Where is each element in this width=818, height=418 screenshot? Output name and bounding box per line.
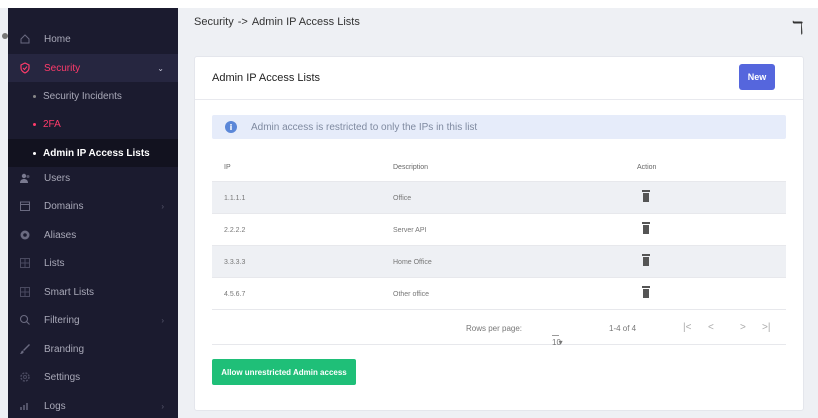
sidebar: Home Security ⌄ Security Incidents 2FA A…	[8, 8, 178, 418]
trash-icon[interactable]	[641, 222, 653, 236]
info-icon: i	[225, 121, 237, 133]
allow-unrestricted-access-button[interactable]: Allow unrestricted Admin access	[212, 359, 356, 385]
gear-icon	[19, 371, 31, 383]
calendar-icon	[19, 200, 31, 212]
description-cell: Server API	[393, 227, 427, 234]
description-cell: Office	[393, 195, 412, 202]
breadcrumb-parent[interactable]: Security	[194, 16, 234, 28]
breadcrumb: Security -> Admin IP Access Lists	[194, 16, 360, 28]
sidebar-item-filtering[interactable]: Filtering ›	[8, 306, 178, 334]
dropdown-arrow-icon: ▾	[558, 338, 563, 347]
aliases-icon	[19, 229, 31, 241]
smart-lists-icon	[19, 286, 31, 298]
rows-per-page-label: Rows per page:	[466, 324, 523, 333]
trash-icon[interactable]	[641, 190, 653, 204]
shield-icon	[19, 62, 31, 74]
breadcrumb-current: Admin IP Access Lists	[251, 16, 360, 28]
sidebar-item-domains[interactable]: Domains ›	[8, 192, 178, 220]
chevron-right-icon: ›	[161, 201, 164, 211]
chevron-down-icon: ⌄	[157, 63, 164, 73]
sidebar-item-smart-lists[interactable]: Smart Lists	[8, 278, 178, 306]
users-icon	[19, 172, 31, 184]
sidebar-item-label: Aliases	[44, 229, 77, 241]
column-header-action: Action	[637, 164, 657, 171]
sidebar-item-label: Branding	[44, 343, 85, 355]
new-button[interactable]: New	[739, 64, 775, 90]
sidebar-subitem-2fa[interactable]: 2FA	[8, 110, 178, 138]
sidebar-subitem-security-incidents[interactable]: Security Incidents	[8, 82, 178, 110]
bullet-icon	[33, 151, 36, 155]
sidebar-item-label: 2FA	[43, 118, 61, 130]
table-row: 2.2.2.2 Server API	[212, 213, 786, 245]
sidebar-item-aliases[interactable]: Aliases	[8, 221, 178, 249]
sidebar-item-label: Settings	[44, 371, 81, 383]
alert-message: Admin access is restricted to only the I…	[251, 121, 478, 133]
last-page-button[interactable]: >|	[762, 322, 770, 333]
ip-cell: 4.5.6.7	[224, 291, 246, 298]
prev-page-button[interactable]: <	[708, 322, 714, 333]
rows-per-page-select[interactable]: 10 ▾	[552, 324, 563, 347]
column-header-ip: IP	[224, 164, 231, 171]
sidebar-item-label: Security Incidents	[43, 90, 122, 102]
home-icon	[19, 33, 31, 45]
sidebar-item-label: Lists	[44, 257, 65, 269]
sidebar-item-label: Admin IP Access Lists	[43, 147, 150, 159]
card-title: Admin IP Access Lists	[212, 72, 321, 84]
sidebar-item-branding[interactable]: Branding	[8, 335, 178, 363]
stray-glyph: ℸ	[792, 18, 804, 39]
next-page-button[interactable]: >	[740, 322, 746, 333]
trash-icon[interactable]	[641, 286, 653, 300]
sidebar-item-lists[interactable]: Lists	[8, 249, 178, 277]
page-range: 1-4 of 4	[609, 324, 637, 333]
brush-icon	[19, 343, 31, 355]
sidebar-item-label: Domains	[44, 200, 84, 212]
sidebar-item-security[interactable]: Security ⌄	[8, 54, 178, 82]
top-strip	[0, 0, 818, 8]
pagination: Rows per page: 10 ▾ 1-4 of 4 |< < > >|	[212, 309, 786, 347]
bullet-icon	[33, 94, 36, 98]
bullet-icon	[33, 122, 36, 126]
info-alert: i Admin access is restricted to only the…	[212, 115, 786, 139]
sidebar-subitem-admin-ip-access-lists[interactable]: Admin IP Access Lists	[8, 139, 178, 167]
search-icon	[19, 314, 31, 326]
sidebar-item-label: Security	[44, 62, 81, 74]
sidebar-item-users[interactable]: Users	[8, 164, 178, 192]
ip-cell: 2.2.2.2	[224, 227, 246, 234]
column-header-description: Description	[393, 164, 429, 171]
table-row: 1.1.1.1 Office	[212, 181, 786, 213]
sidebar-item-label: Home	[44, 33, 71, 45]
ip-cell: 1.1.1.1	[224, 195, 246, 202]
sidebar-item-logs[interactable]: Logs ›	[8, 392, 178, 418]
ip-cell: 3.3.3.3	[224, 259, 246, 266]
access-list-card: Admin IP Access Lists New i Admin access…	[194, 56, 804, 411]
sidebar-item-label: Logs	[44, 400, 66, 412]
logs-icon	[19, 400, 31, 412]
sidebar-item-label: Smart Lists	[44, 286, 95, 298]
description-cell: Other office	[393, 291, 430, 298]
sidebar-item-label: Filtering	[44, 314, 80, 326]
sidebar-item-label: Users	[44, 172, 71, 184]
first-page-button[interactable]: |<	[683, 322, 691, 333]
chevron-right-icon: ›	[161, 315, 164, 325]
table-row: 3.3.3.3 Home Office	[212, 245, 786, 277]
table-row: 4.5.6.7 Other office	[212, 277, 786, 309]
card-divider	[195, 99, 803, 100]
sidebar-item-home[interactable]: Home	[8, 25, 178, 53]
trash-icon[interactable]	[641, 254, 653, 268]
lists-icon	[19, 257, 31, 269]
table-header: IP Description Action	[212, 153, 786, 181]
chevron-right-icon: ›	[161, 401, 164, 411]
description-cell: Home Office	[393, 259, 432, 266]
breadcrumb-separator: ->	[237, 16, 248, 28]
sidebar-item-settings[interactable]: Settings	[8, 363, 178, 391]
